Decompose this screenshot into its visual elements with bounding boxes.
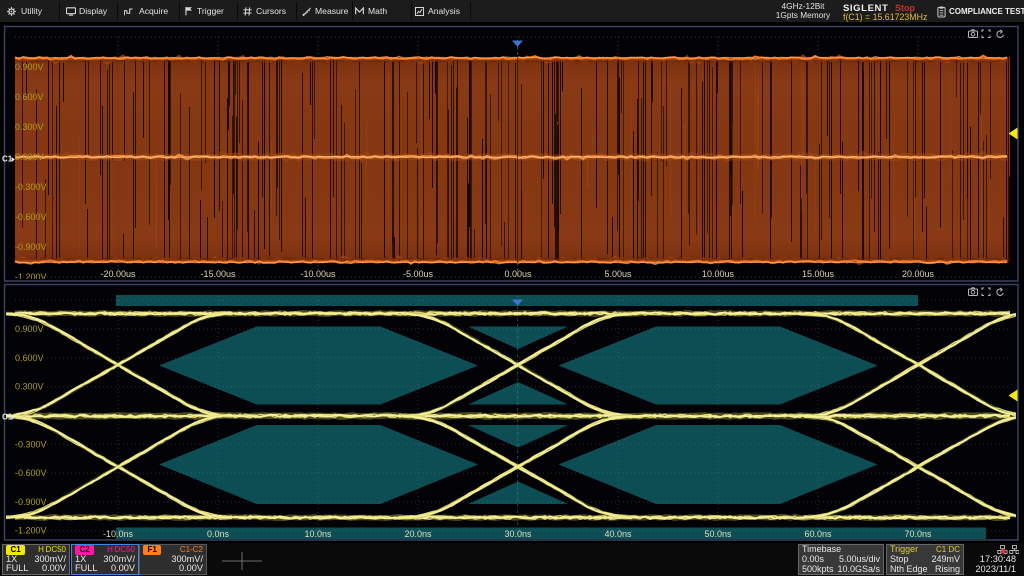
svg-text:0.000V: 0.000V bbox=[15, 152, 44, 162]
svg-text:-0.300V: -0.300V bbox=[15, 182, 47, 192]
svg-text:-10.00us: -10.00us bbox=[300, 269, 336, 279]
svg-text:-15.00us: -15.00us bbox=[200, 269, 236, 279]
svg-text:-0.300V: -0.300V bbox=[15, 439, 47, 449]
svg-text:C1: C1 bbox=[2, 413, 13, 422]
svg-text:-20.00us: -20.00us bbox=[100, 269, 136, 279]
svg-text:-0.900V: -0.900V bbox=[15, 497, 47, 507]
svg-text:20.00us: 20.00us bbox=[902, 269, 935, 279]
svg-text:0.00us: 0.00us bbox=[504, 269, 532, 279]
svg-text:-1.200V: -1.200V bbox=[15, 526, 47, 536]
svg-text:0.600V: 0.600V bbox=[15, 353, 44, 363]
svg-text:-10.0ns: -10.0ns bbox=[103, 529, 134, 539]
svg-text:0.900V: 0.900V bbox=[15, 62, 44, 72]
svg-text:40.0ns: 40.0ns bbox=[604, 529, 632, 539]
svg-text:0.300V: 0.300V bbox=[15, 122, 44, 132]
svg-text:50.0ns: 50.0ns bbox=[704, 529, 732, 539]
svg-text:60.0ns: 60.0ns bbox=[804, 529, 832, 539]
svg-text:0.0ns: 0.0ns bbox=[207, 529, 230, 539]
svg-text:30.0ns: 30.0ns bbox=[504, 529, 532, 539]
svg-text:10.0ns: 10.0ns bbox=[304, 529, 332, 539]
svg-text:-0.600V: -0.600V bbox=[15, 468, 47, 478]
svg-text:-0.600V: -0.600V bbox=[15, 212, 47, 222]
svg-text:15.00us: 15.00us bbox=[802, 269, 835, 279]
svg-text:0.600V: 0.600V bbox=[15, 92, 44, 102]
svg-text:-5.00us: -5.00us bbox=[403, 269, 434, 279]
svg-text:70.0ns: 70.0ns bbox=[904, 529, 932, 539]
svg-text:0.900V: 0.900V bbox=[15, 324, 44, 334]
svg-text:20.0ns: 20.0ns bbox=[404, 529, 432, 539]
svg-text:C1: C1 bbox=[2, 155, 13, 164]
svg-text:-0.900V: -0.900V bbox=[15, 242, 47, 252]
svg-text:10.00us: 10.00us bbox=[702, 269, 735, 279]
svg-text:5.00us: 5.00us bbox=[604, 269, 632, 279]
svg-text:0.300V: 0.300V bbox=[15, 382, 44, 392]
